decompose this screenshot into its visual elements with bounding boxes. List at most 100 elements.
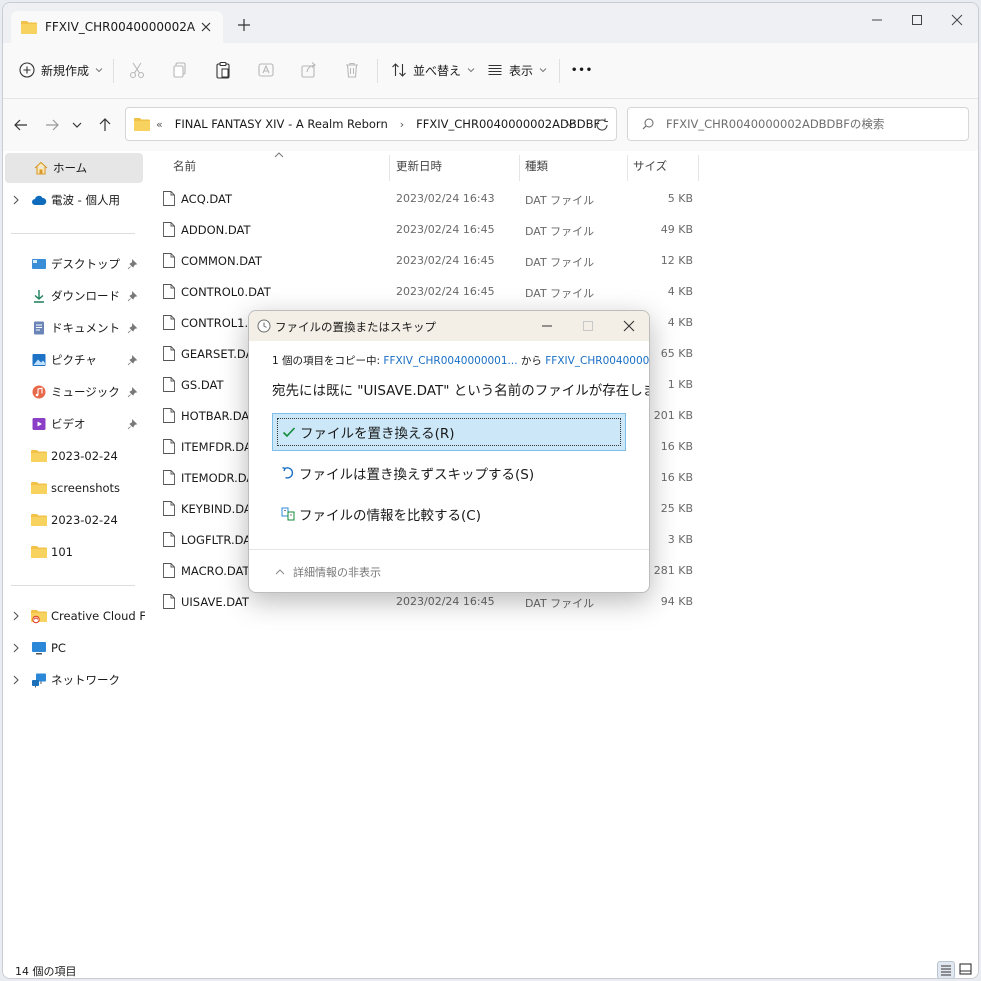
- more-options-button[interactable]: •••: [571, 58, 593, 82]
- compare-file-option[interactable]: ファイルの情報を比較する(C): [272, 495, 626, 533]
- file-icon: [163, 408, 175, 423]
- view-button[interactable]: 表示: [487, 58, 547, 82]
- pin-icon[interactable]: [127, 386, 138, 398]
- minimize-icon[interactable]: [869, 13, 885, 27]
- column-header-name[interactable]: 名前: [173, 151, 383, 181]
- sidebar-item-music[interactable]: ミュージック: [3, 377, 143, 407]
- file-type: DAT ファイル: [525, 256, 595, 269]
- forward-arrow-icon[interactable]: [44, 117, 60, 133]
- file-modified-date: 2023/02/24 16:45: [396, 223, 495, 236]
- copy-destination-link[interactable]: FFXIV_CHR0040000002A...: [545, 355, 649, 367]
- sidebar-item-pc[interactable]: PC: [3, 633, 143, 663]
- file-size: 3 KB: [667, 533, 693, 546]
- sidebar-item-folder[interactable]: screenshots: [3, 473, 143, 503]
- tab-current-folder[interactable]: FFXIV_CHR0040000002ADBDBF: [11, 11, 223, 43]
- sidebar-item-onedrive[interactable]: 電波 - 個人用: [3, 185, 143, 215]
- chevron-right-icon[interactable]: [12, 643, 20, 653]
- sidebar-item-folder[interactable]: 2023-02-24: [3, 505, 143, 535]
- file-size: 1 KB: [667, 378, 693, 391]
- paste-icon[interactable]: [214, 61, 232, 79]
- column-divider[interactable]: [698, 155, 699, 181]
- hide-details-toggle[interactable]: 詳細情報の非表示: [275, 564, 381, 580]
- folder-icon: [21, 21, 37, 34]
- sidebar-item-creative-cloud[interactable]: Creative Cloud Files: [3, 601, 165, 631]
- sidebar-item-label: 101: [51, 545, 73, 559]
- recent-chevron-icon[interactable]: [71, 117, 83, 133]
- column-divider[interactable]: [519, 155, 520, 181]
- chevron-right-icon[interactable]: [12, 195, 20, 205]
- sidebar-item-home[interactable]: ホーム: [5, 153, 143, 183]
- file-size: 94 KB: [660, 595, 693, 608]
- dialog-title: ファイルの置換またはスキップ: [275, 320, 436, 334]
- breadcrumb-ffxiv-root[interactable]: FINAL FANTASY XIV - A Realm Reborn: [175, 117, 388, 131]
- cut-icon[interactable]: [128, 61, 146, 79]
- file-row[interactable]: ACQ.DAT 2023/02/24 16:43 DAT ファイル 5 KB: [145, 183, 705, 214]
- pin-icon[interactable]: [127, 354, 138, 366]
- dialog-close-icon[interactable]: [623, 320, 635, 332]
- pin-icon[interactable]: [127, 258, 138, 270]
- pin-icon[interactable]: [127, 290, 138, 302]
- dialog-minimize-icon[interactable]: [541, 320, 553, 332]
- file-row[interactable]: CONTROL0.DAT 2023/02/24 16:45 DAT ファイル 4 KB: [145, 276, 705, 307]
- rename-icon[interactable]: [257, 61, 275, 79]
- close-tab-icon[interactable]: [199, 20, 213, 34]
- file-icon: [163, 222, 175, 237]
- file-row[interactable]: COMMON.DAT 2023/02/24 16:45 DAT ファイル 12 KB: [145, 245, 705, 276]
- breadcrumb-overflow[interactable]: «: [156, 118, 163, 131]
- sidebar-item-desktop[interactable]: デスクトップ: [3, 249, 143, 279]
- creative-cloud-folder-icon: [31, 610, 47, 624]
- skip-file-option[interactable]: ファイルは置き換えずスキップする(S): [272, 454, 626, 492]
- pin-icon[interactable]: [127, 322, 138, 334]
- copy-icon[interactable]: [171, 61, 189, 79]
- close-window-icon[interactable]: [949, 13, 965, 27]
- sidebar-item-pictures[interactable]: ピクチャ: [3, 345, 143, 375]
- sidebar-item-folder[interactable]: 101: [3, 537, 143, 567]
- view-lines-icon: [488, 64, 502, 76]
- pin-icon[interactable]: [127, 418, 138, 430]
- details-view-button[interactable]: [937, 961, 955, 978]
- address-bar[interactable]: « FINAL FANTASY XIV - A Realm Reborn › F…: [125, 107, 617, 141]
- chevron-right-icon[interactable]: [12, 611, 20, 621]
- share-icon[interactable]: [300, 61, 318, 79]
- new-tab-icon[interactable]: [237, 18, 251, 32]
- file-modified-date: 2023/02/24 16:45: [396, 595, 495, 608]
- sidebar-item-folder[interactable]: 2023-02-24: [3, 441, 143, 471]
- address-history-chevron-icon[interactable]: [565, 120, 575, 128]
- column-header-date[interactable]: 更新日時: [396, 151, 516, 181]
- replace-file-option[interactable]: ファイルを置き換える(R): [272, 413, 626, 451]
- file-icon: [163, 346, 175, 361]
- copy-source-link[interactable]: FFXIV_CHR0040000001...: [383, 355, 517, 367]
- refresh-icon[interactable]: [595, 118, 609, 132]
- delete-icon[interactable]: [343, 61, 361, 79]
- sidebar-item-videos[interactable]: ビデオ: [3, 409, 143, 439]
- tiles-view-button[interactable]: [957, 961, 975, 978]
- hide-details-label: 詳細情報の非表示: [293, 566, 381, 579]
- new-button[interactable]: 新規作成: [19, 58, 103, 82]
- up-arrow-icon[interactable]: [97, 117, 113, 133]
- column-header-type[interactable]: 種類: [525, 151, 625, 181]
- sidebar-item-documents[interactable]: ドキュメント: [3, 313, 143, 343]
- file-icon: [163, 377, 175, 392]
- folder-icon: [31, 514, 47, 526]
- column-header-size[interactable]: サイズ: [633, 151, 693, 181]
- breadcrumb-separator: ›: [399, 117, 405, 131]
- sort-button[interactable]: 並べ替え: [391, 58, 475, 82]
- download-icon: [34, 290, 44, 303]
- maximize-icon[interactable]: [909, 13, 925, 27]
- file-row[interactable]: ADDON.DAT 2023/02/24 16:45 DAT ファイル 49 KB: [145, 214, 705, 245]
- column-divider[interactable]: [389, 155, 390, 181]
- sidebar-item-network[interactable]: ネットワーク: [3, 665, 143, 695]
- column-divider[interactable]: [627, 155, 628, 181]
- file-size: 4 KB: [667, 285, 693, 298]
- folder-icon: [31, 482, 47, 494]
- sidebar-item-downloads[interactable]: ダウンロード: [3, 281, 143, 311]
- search-box[interactable]: FFXIV_CHR0040000002ADBDBFの検索: [627, 107, 969, 141]
- file-name: KEYBIND.DAT: [181, 502, 258, 516]
- dialog-maximize-icon: [583, 321, 593, 331]
- sidebar-divider: [11, 585, 135, 586]
- chevron-right-icon[interactable]: [12, 675, 20, 685]
- copy-mid: から: [517, 355, 546, 367]
- video-icon: [32, 418, 46, 430]
- details-view-icon: [941, 965, 951, 976]
- back-arrow-icon[interactable]: [13, 117, 29, 133]
